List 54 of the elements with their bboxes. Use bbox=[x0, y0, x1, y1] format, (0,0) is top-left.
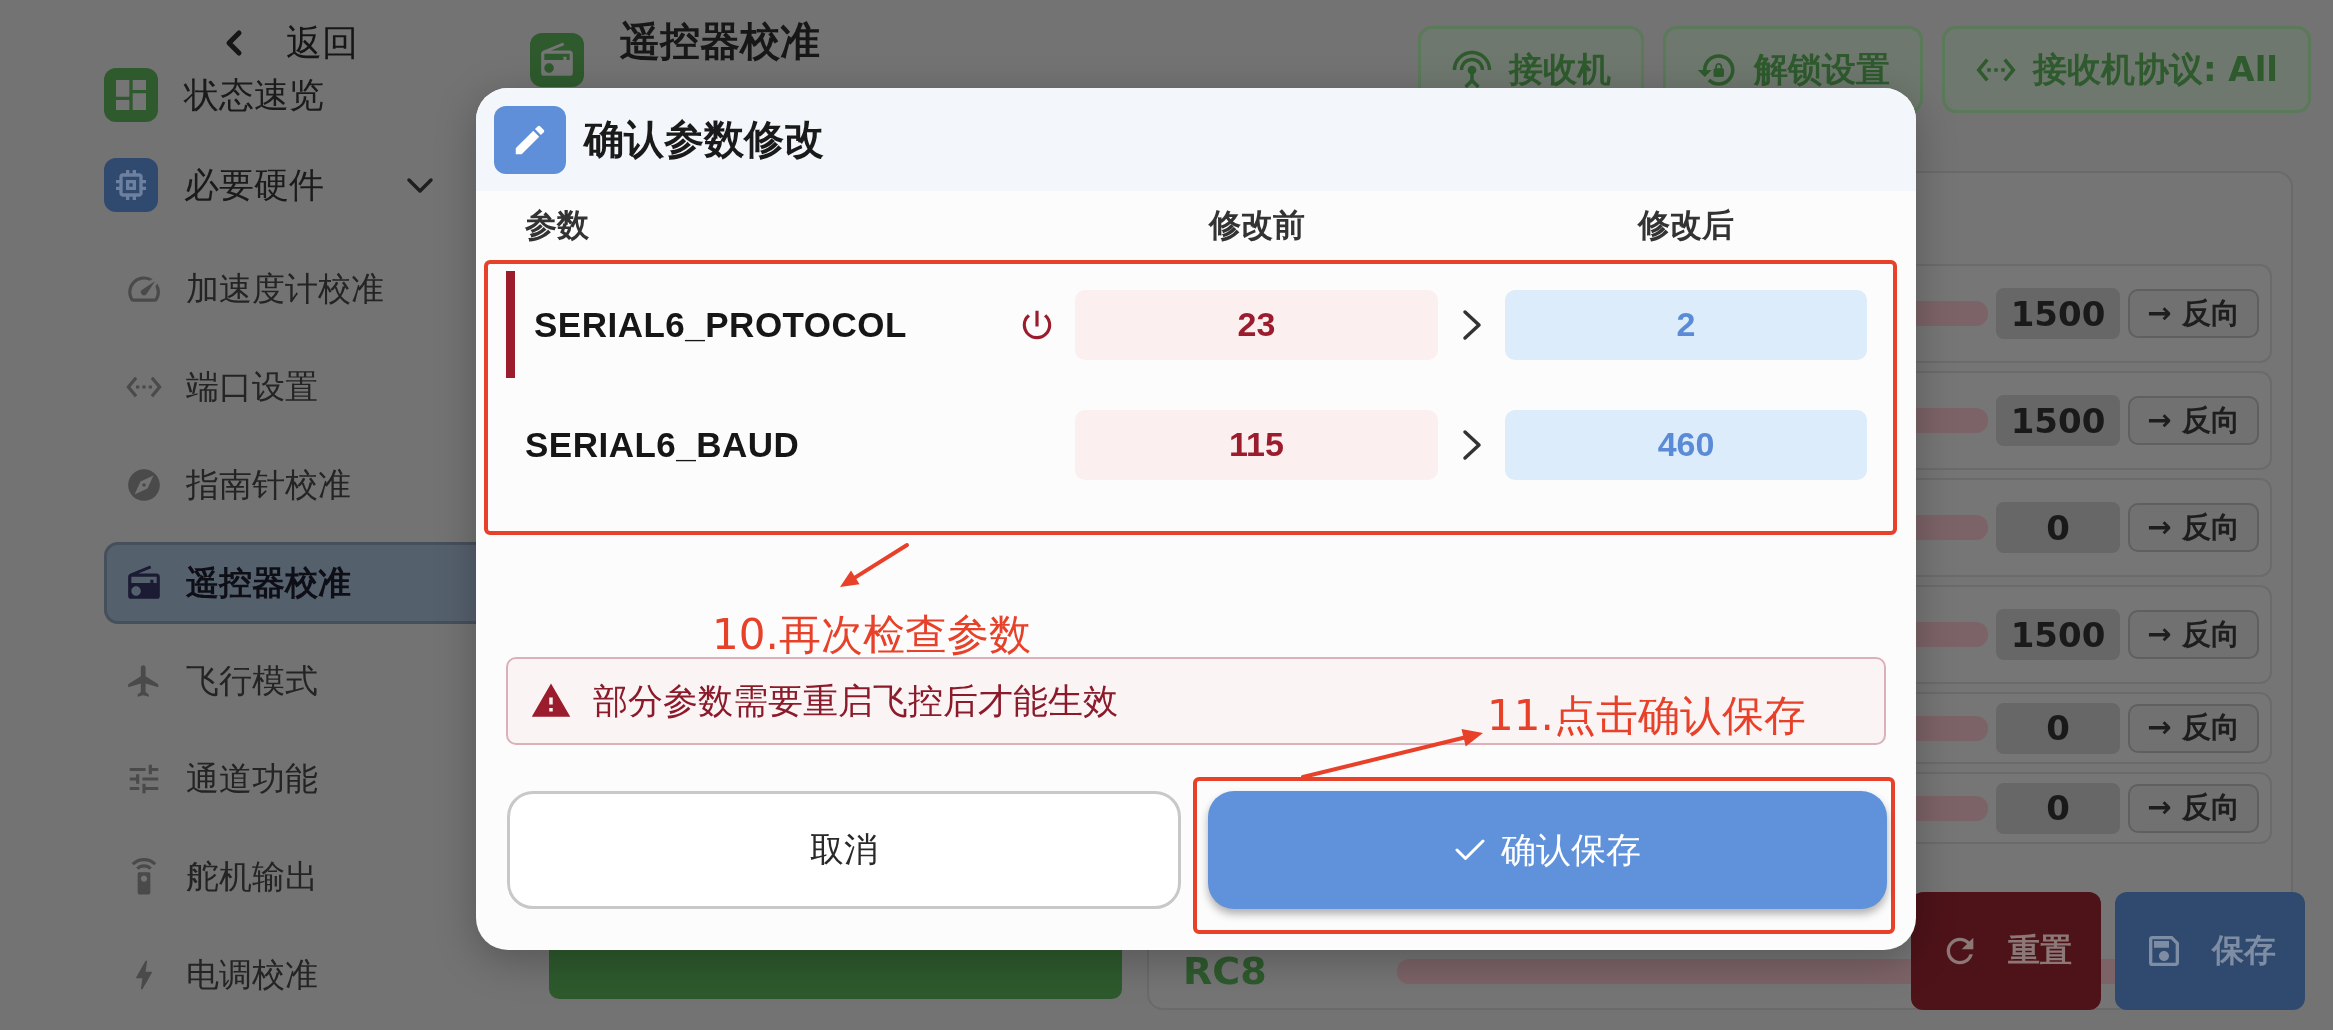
sidebar-item[interactable]: 电调校准 bbox=[104, 934, 500, 1016]
confirm-save-button[interactable]: 确认保存 bbox=[1208, 791, 1887, 909]
sidebar-item[interactable]: 舵机输出 bbox=[104, 836, 500, 918]
channel-value: 1500 bbox=[1996, 288, 2120, 339]
channel-value: 0 bbox=[1996, 782, 2120, 834]
new-value: 2 bbox=[1505, 289, 1867, 360]
old-value: 23 bbox=[1075, 289, 1438, 360]
reverse-button[interactable]: → 反向 bbox=[2128, 610, 2259, 659]
antenna-icon bbox=[1450, 48, 1493, 91]
chevron-right-icon bbox=[1461, 428, 1482, 461]
annotation-arrow bbox=[838, 542, 910, 590]
channel-label: RC8 bbox=[1183, 949, 1268, 993]
save-button[interactable]: 保存 bbox=[2115, 892, 2305, 1010]
sidebar-item[interactable]: 必要硬件 bbox=[104, 158, 500, 212]
sidebar-item[interactable]: 飞行模式 bbox=[104, 640, 500, 722]
channel-value: 1500 bbox=[1996, 609, 2120, 660]
reverse-button[interactable]: → 反向 bbox=[2128, 783, 2259, 833]
pencil-icon bbox=[494, 105, 566, 174]
column-header: 参数 bbox=[525, 204, 589, 246]
sidebar-item[interactable]: 加速度计校准 bbox=[104, 248, 500, 330]
sidebar-item[interactable]: 通道功能 bbox=[104, 738, 500, 820]
sidebar-item[interactable]: 状态速览 bbox=[104, 68, 500, 122]
channel-value: 1500 bbox=[1996, 395, 2120, 446]
reverse-button[interactable]: → 反向 bbox=[2128, 503, 2259, 552]
reverse-button[interactable]: → 反向 bbox=[2128, 289, 2259, 338]
parameter-name: SERIAL6_BAUD bbox=[525, 424, 800, 465]
step-caption: 11.点击确认保存 bbox=[1487, 691, 1806, 741]
header-button[interactable]: 接收机协议: All bbox=[1941, 26, 2311, 113]
compass-icon bbox=[125, 466, 163, 504]
chip-icon bbox=[104, 158, 158, 212]
channel-value: 0 bbox=[1996, 702, 2120, 754]
radio-icon bbox=[530, 33, 584, 87]
column-header: 修改前 bbox=[1208, 204, 1305, 246]
page-title: 遥控器校准 bbox=[620, 21, 820, 61]
reverse-button[interactable]: → 反向 bbox=[2128, 703, 2259, 753]
dialog-title: 确认参数修改 bbox=[584, 115, 824, 164]
chevron-right-icon bbox=[1461, 308, 1482, 341]
column-header: 修改后 bbox=[1638, 204, 1734, 246]
cancel-button[interactable]: 取消 bbox=[507, 791, 1181, 909]
old-value: 115 bbox=[1075, 409, 1438, 480]
back-button[interactable]: 返回 bbox=[210, 18, 362, 68]
radio-icon bbox=[125, 564, 163, 602]
dashboard-icon bbox=[104, 68, 158, 122]
channel-value: 0 bbox=[1996, 502, 2120, 553]
parameter-name: SERIAL6_PROTOCOL bbox=[534, 304, 907, 345]
warning-text: 部分参数需要重启飞控后才能生效 bbox=[593, 679, 1118, 723]
sidebar-item[interactable]: 端口设置 bbox=[104, 346, 500, 428]
new-value: 460 bbox=[1505, 409, 1867, 480]
step-caption: 10.再次检查参数 bbox=[712, 610, 1031, 660]
reverse-button[interactable]: → 反向 bbox=[2128, 396, 2259, 445]
check-icon bbox=[1454, 839, 1485, 861]
chevron-down-icon[interactable] bbox=[406, 176, 434, 194]
reset-button[interactable]: 重置 bbox=[1911, 892, 2101, 1010]
sidebar-item[interactable]: 指南针校准 bbox=[104, 444, 500, 526]
